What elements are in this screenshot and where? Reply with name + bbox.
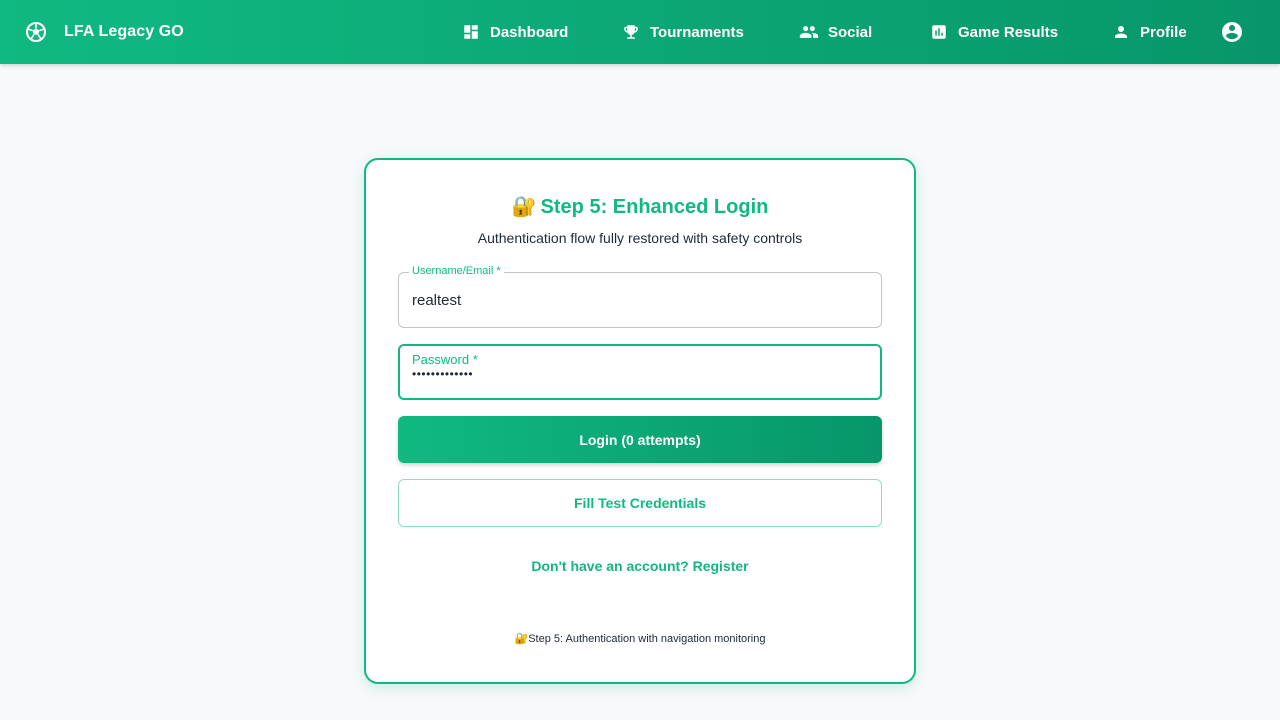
fill-test-credentials-button[interactable]: Fill Test Credentials — [398, 479, 882, 527]
nav-label: Game Results — [958, 23, 1059, 41]
password-label: Password * — [410, 352, 480, 367]
password-field[interactable]: Password * ••••••••••••• — [398, 344, 882, 400]
nav-label: Dashboard — [490, 23, 569, 41]
login-title-text: Step 5: Enhanced Login — [540, 196, 769, 218]
soccer-ball-icon — [26, 22, 46, 42]
nav-item-tournaments[interactable]: Tournaments — [622, 0, 744, 64]
login-card: 🔐 Step 5: Enhanced Login Authentication f… — [364, 158, 916, 684]
people-icon — [799, 26, 819, 38]
nav-item-social[interactable]: Social — [799, 0, 872, 64]
brand[interactable]: LFA Legacy GO — [24, 0, 184, 64]
account-button[interactable] — [1220, 20, 1244, 44]
login-subtitle: Authentication flow fully restored with … — [477, 230, 803, 246]
username-label: Username/Email * — [409, 265, 504, 277]
register-link[interactable]: Don't have an account? Register — [366, 558, 914, 574]
nav-label: Profile — [1140, 23, 1187, 41]
username-field[interactable]: Username/Email * — [398, 265, 882, 328]
nav-item-profile[interactable]: Profile — [1112, 0, 1187, 64]
app-title: LFA Legacy GO — [64, 23, 184, 40]
nav-label: Tournaments — [650, 23, 744, 41]
lock-icon: 🔐 — [511, 196, 537, 218]
nav-item-game-results[interactable]: Game Results — [930, 0, 1058, 64]
bar-chart-icon — [932, 25, 946, 39]
login-button[interactable]: Login (0 attempts) — [398, 416, 882, 463]
login-title: 🔐 Step 5: Enhanced Login — [366, 194, 914, 219]
username-input[interactable] — [412, 290, 862, 310]
footer-note-text: Step 5: Authentication with navigation m… — [528, 633, 766, 645]
password-input[interactable]: ••••••••••••• — [412, 367, 862, 383]
person-icon — [1115, 26, 1127, 38]
dashboard-icon — [464, 25, 478, 39]
trophy-icon — [624, 25, 638, 39]
footer-note: 🔐Step 5: Authentication with navigation … — [366, 632, 914, 645]
nav-item-dashboard[interactable]: Dashboard — [462, 0, 568, 64]
nav-label: Social — [828, 23, 873, 41]
account-circle-icon — [1222, 22, 1242, 42]
lock-icon: 🔐 — [514, 633, 529, 645]
app-bar: LFA Legacy GO Dashboard Tournaments Soci… — [0, 0, 1280, 64]
